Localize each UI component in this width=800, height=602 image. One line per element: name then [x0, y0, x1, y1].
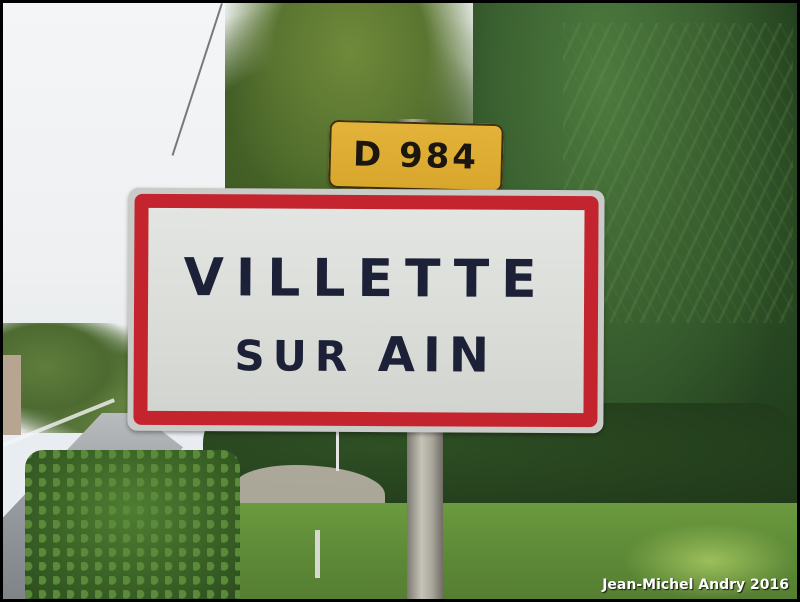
town-name-river: AIN	[377, 327, 498, 384]
distant-house	[3, 355, 21, 435]
photo-frame: D 984 VILLETTE SUR AIN Jean-Michel Andry…	[0, 0, 800, 602]
town-name-line2: SUR AIN	[148, 326, 584, 384]
town-name-line1: VILLETTE	[183, 248, 549, 310]
route-number-plate: D 984	[328, 119, 504, 193]
town-entry-sign: VILLETTE SUR AIN	[127, 187, 605, 434]
small-post	[336, 431, 339, 471]
town-name-prefix: SUR	[234, 331, 356, 381]
sign-red-border: VILLETTE SUR AIN	[133, 193, 599, 428]
photo: D 984 VILLETTE SUR AIN Jean-Michel Andry…	[3, 3, 797, 599]
garden-stake	[315, 530, 320, 578]
sign-pole	[407, 418, 443, 599]
route-number: D 984	[352, 134, 480, 178]
foreground-hedge	[25, 450, 240, 599]
photo-credit: Jean-Michel Andry 2016	[602, 577, 789, 593]
